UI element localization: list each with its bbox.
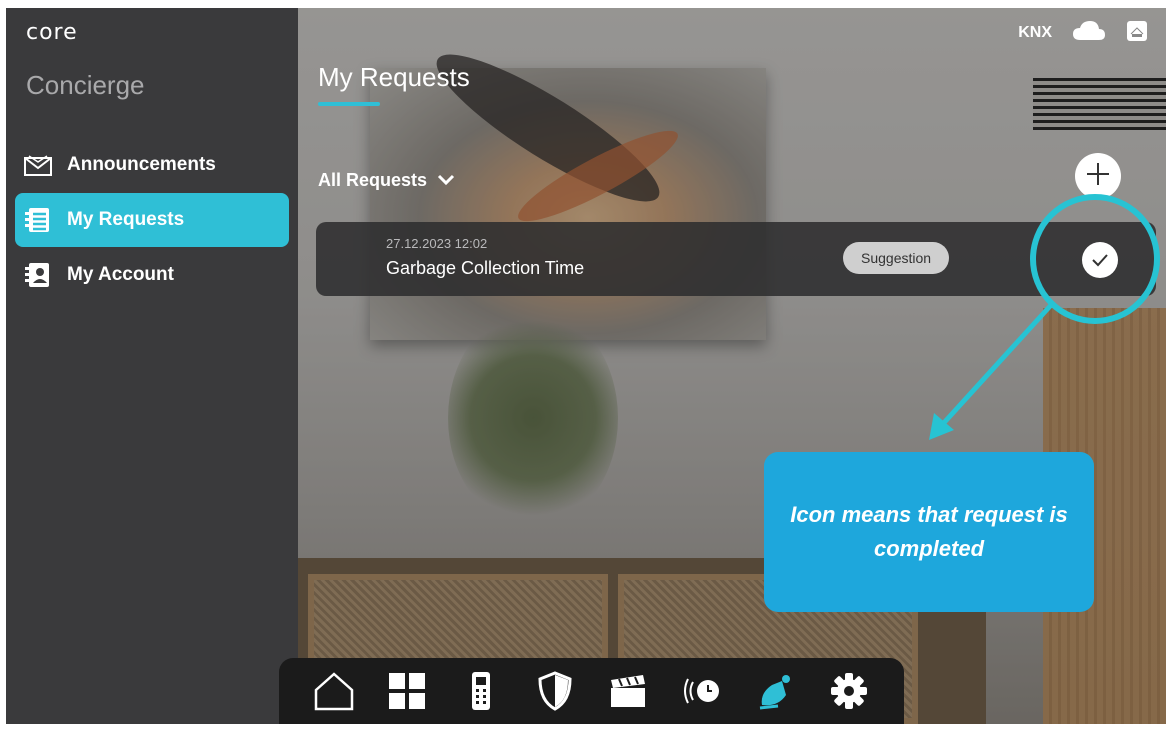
contact-book-icon: [23, 260, 53, 290]
bottom-dock: [279, 658, 904, 724]
annotation-callout: Icon means that request is completed: [764, 452, 1094, 612]
shield-icon[interactable]: [531, 667, 579, 715]
knx-label: KNX: [1018, 24, 1052, 41]
cloud-icon[interactable]: [1072, 20, 1106, 46]
sidebar-item-label: My Requests: [67, 209, 185, 230]
annotation-highlight-circle: [1030, 194, 1160, 324]
request-title: Garbage Collection Time: [386, 258, 585, 278]
request-datetime: 27.12.2023 12:02: [386, 236, 488, 251]
request-category-badge: Suggestion: [843, 242, 950, 274]
sidebar-item-my-account[interactable]: My Account: [15, 248, 289, 302]
concierge-bell-icon[interactable]: [752, 667, 800, 715]
chevron-down-icon: [437, 170, 455, 191]
grid-icon[interactable]: [383, 667, 431, 715]
sidebar-item-label: Announcements: [67, 154, 216, 175]
settings-gear-icon[interactable]: [825, 667, 873, 715]
sidebar: core Concierge Announcements My Requests…: [6, 8, 298, 724]
list-icon: [23, 205, 53, 235]
page-title: My Requests: [318, 62, 470, 92]
sidebar-item-announcements[interactable]: Announcements: [15, 138, 289, 192]
home-icon[interactable]: [310, 667, 358, 715]
status-bar: KNX: [1018, 20, 1148, 46]
home-box-icon[interactable]: [1126, 20, 1148, 46]
background-room-image: [266, 8, 1166, 724]
annotation-text: Icon means that request is completed: [790, 502, 1068, 561]
title-underline: [318, 102, 380, 106]
dim-overlay: [298, 8, 1166, 724]
sidebar-item-my-requests[interactable]: My Requests: [15, 193, 289, 247]
intercom-icon[interactable]: [457, 667, 505, 715]
sensor-icon[interactable]: [678, 667, 726, 715]
filter-label: All Requests: [318, 170, 428, 190]
clapperboard-icon[interactable]: [604, 667, 652, 715]
section-title: Concierge: [26, 70, 145, 100]
plus-icon: [1085, 161, 1111, 191]
app-window: core Concierge Announcements My Requests…: [6, 8, 1166, 724]
requests-filter-dropdown[interactable]: All Requests: [318, 170, 455, 191]
envelope-icon: [23, 150, 53, 180]
sidebar-item-label: My Account: [67, 264, 174, 285]
add-request-button[interactable]: [1075, 153, 1121, 199]
core-logo: core: [26, 20, 78, 45]
